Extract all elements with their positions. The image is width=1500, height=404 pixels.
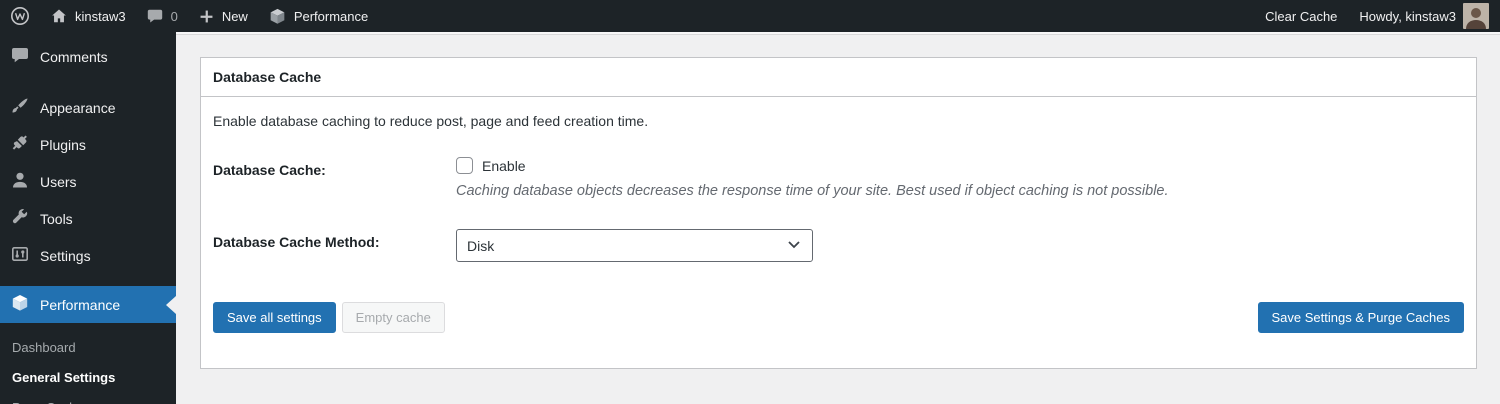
panel-body: Enable database caching to reduce post, …	[201, 97, 1476, 368]
new-content-link[interactable]: New	[188, 0, 258, 32]
left-button-group: Save all settings Empty cache	[213, 302, 445, 333]
sidebar-item-tools[interactable]: Tools	[0, 200, 176, 237]
sidebar-item-appearance[interactable]: Appearance	[0, 89, 176, 126]
cache-method-label: Database Cache Method:	[213, 229, 456, 250]
appearance-brush-icon	[10, 96, 30, 119]
plugin-icon	[10, 133, 30, 156]
admin-sidebar: Comments Appearance Plugins	[0, 32, 176, 404]
sidebar-item-plugins[interactable]: Plugins	[0, 126, 176, 163]
sidebar-item-label: Tools	[40, 211, 73, 227]
menu-separator	[0, 75, 176, 89]
howdy-label: Howdy, kinstaw3	[1359, 9, 1456, 24]
performance-submenu: Dashboard General Settings Page Cache	[0, 332, 176, 404]
users-icon	[10, 170, 30, 193]
comments-count: 0	[171, 9, 178, 24]
sidebar-item-label: Performance	[40, 297, 120, 313]
empty-cache-button[interactable]: Empty cache	[342, 302, 445, 333]
home-icon	[50, 7, 68, 25]
wordpress-menu[interactable]	[0, 0, 40, 32]
site-name-link[interactable]: kinstaw3	[40, 0, 136, 32]
w3tc-cube-icon	[10, 293, 30, 316]
admin-bar: kinstaw3 0 New	[0, 0, 1500, 32]
sidebar-item-performance[interactable]: Performance	[0, 286, 176, 323]
cache-method-selected-value: Disk	[467, 238, 494, 254]
database-cache-hint: Caching database objects decreases the r…	[456, 183, 1464, 199]
wordpress-logo-icon	[10, 6, 30, 26]
avatar	[1463, 3, 1489, 29]
clear-cache-label: Clear Cache	[1265, 9, 1337, 24]
tools-wrench-icon	[10, 207, 30, 230]
plus-icon	[198, 8, 215, 25]
panel-description: Enable database caching to reduce post, …	[213, 113, 1464, 129]
comments-bubble-icon	[10, 45, 30, 68]
sidebar-item-label: Appearance	[40, 100, 116, 116]
menu-separator	[0, 274, 176, 286]
admin-bar-right: Clear Cache Howdy, kinstaw3	[1254, 0, 1500, 32]
sidebar-item-settings[interactable]: Settings	[0, 237, 176, 274]
database-cache-control: Enable Caching database objects decrease…	[456, 157, 1464, 199]
submenu-item-general-settings[interactable]: General Settings	[0, 362, 176, 392]
site-name-label: kinstaw3	[75, 9, 126, 24]
performance-bar-label: Performance	[294, 9, 368, 24]
comments-bubble-icon	[146, 7, 164, 25]
admin-bar-left: kinstaw3 0 New	[0, 0, 378, 32]
database-cache-label: Database Cache:	[213, 157, 456, 178]
panel-title: Database Cache	[201, 58, 1476, 97]
save-settings-purge-caches-button[interactable]: Save Settings & Purge Caches	[1258, 302, 1465, 333]
sidebar-item-label: Plugins	[40, 137, 86, 153]
scrolled-edge	[176, 32, 1500, 35]
new-label: New	[222, 9, 248, 24]
enable-checkbox-label[interactable]: Enable	[482, 158, 526, 174]
save-all-settings-button[interactable]: Save all settings	[213, 302, 336, 333]
database-cache-row: Database Cache: Enable Caching database …	[213, 157, 1464, 199]
submenu-item-label: Page Cache	[12, 400, 84, 404]
sidebar-item-label: Comments	[40, 49, 108, 65]
cache-method-control: Disk	[456, 229, 1464, 262]
submenu-item-page-cache[interactable]: Page Cache	[0, 392, 176, 404]
performance-bar-link[interactable]: Performance	[258, 0, 378, 32]
clear-cache-link[interactable]: Clear Cache	[1254, 0, 1348, 32]
comments-link[interactable]: 0	[136, 0, 188, 32]
sidebar-item-label: Settings	[40, 248, 91, 264]
my-account-link[interactable]: Howdy, kinstaw3	[1348, 0, 1500, 32]
settings-sliders-icon	[10, 244, 30, 267]
enable-checkbox[interactable]	[456, 157, 473, 174]
w3tc-cube-icon	[268, 7, 287, 26]
sidebar-item-users[interactable]: Users	[0, 163, 176, 200]
sidebar-item-comments[interactable]: Comments	[0, 38, 176, 75]
submenu-item-label: General Settings	[12, 370, 115, 385]
sidebar-item-label: Users	[40, 174, 77, 190]
submenu-item-dashboard[interactable]: Dashboard	[0, 332, 176, 362]
chevron-down-icon	[786, 237, 802, 254]
active-menu-arrow	[166, 296, 176, 314]
cache-method-row: Database Cache Method: Disk	[213, 229, 1464, 262]
panel-buttons-row: Save all settings Empty cache Save Setti…	[213, 302, 1464, 333]
submenu-item-label: Dashboard	[12, 340, 76, 355]
database-cache-panel: Database Cache Enable database caching t…	[200, 57, 1477, 369]
content-area: Database Cache Enable database caching t…	[176, 32, 1500, 404]
cache-method-select[interactable]: Disk	[456, 229, 813, 262]
